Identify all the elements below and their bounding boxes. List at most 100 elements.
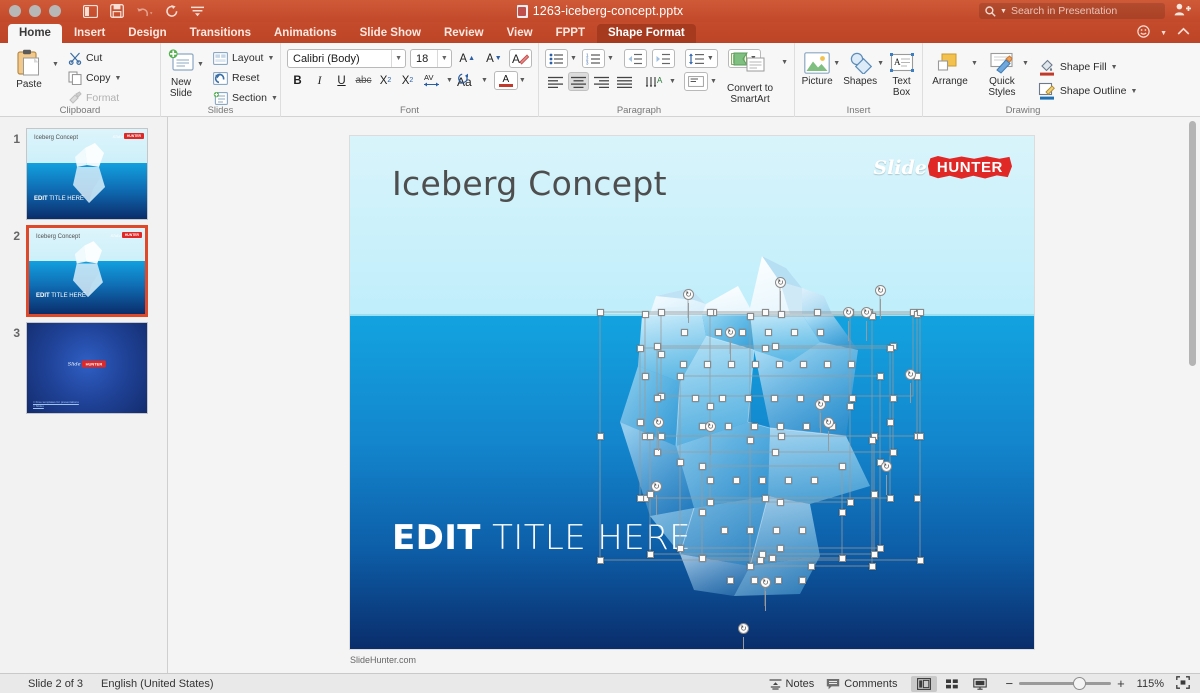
slide-thumbnail-3[interactable]: Slide HUNTER □ Free templates for presen… [26, 322, 148, 414]
grow-font-button[interactable]: A▲ [456, 49, 479, 68]
new-slide-button[interactable]: NewSlide [167, 47, 195, 99]
shape-outline-caret-icon[interactable]: ▼ [1130, 88, 1137, 95]
slide-canvas[interactable]: Iceberg Concept EDIT TITLE HERE Slide HU… [350, 136, 1034, 649]
zoom-in-button[interactable]: + [1117, 676, 1125, 691]
copy-button[interactable]: Copy ▼ [65, 69, 124, 87]
numbering-caret-icon[interactable]: ▼ [607, 55, 614, 62]
slide-title[interactable]: Iceberg Concept [392, 164, 667, 203]
increase-indent-button[interactable] [652, 49, 675, 68]
layout-caret-icon[interactable]: ▼ [267, 55, 274, 62]
save-icon[interactable] [110, 4, 124, 18]
font-color-button[interactable]: A [494, 71, 518, 90]
line-spacing-caret-icon[interactable]: ▼ [707, 55, 717, 62]
change-case-button[interactable]: Aa [454, 71, 480, 90]
font-color-caret-icon[interactable]: ▼ [519, 77, 526, 84]
vertical-scrollbar[interactable] [1188, 121, 1197, 669]
change-case-caret-icon[interactable]: ▼ [481, 77, 488, 84]
slide-thumbnail-pane[interactable]: 1 Iceberg Concept Slide HUNTER [0, 117, 168, 673]
tab-home[interactable]: Home [8, 24, 62, 43]
minimize-button[interactable] [29, 5, 41, 17]
shrink-font-button[interactable]: A▼ [483, 49, 506, 68]
presenter-view-button[interactable] [967, 676, 993, 692]
reset-button[interactable]: Reset [210, 69, 281, 87]
superscript-button[interactable]: X2 [375, 71, 396, 90]
font-size-input[interactable]: 18 ▼ [410, 49, 452, 68]
fit-to-window-button[interactable] [1176, 676, 1190, 692]
copy-caret-icon[interactable]: ▼ [114, 75, 121, 82]
slide-thumbnail-2[interactable]: Iceberg Concept Slide HUNTER EDIT TITLE … [26, 225, 148, 317]
quick-styles-caret-icon[interactable]: ▼ [1022, 60, 1029, 67]
align-left-button[interactable] [545, 72, 566, 91]
zoom-track[interactable] [1019, 682, 1111, 685]
zoom-out-button[interactable]: − [1005, 676, 1013, 691]
layout-button[interactable]: Layout ▼ [210, 49, 281, 67]
cut-button[interactable]: Cut [65, 49, 124, 67]
tab-shape-format[interactable]: Shape Format [597, 24, 696, 43]
paste-button[interactable]: Paste [6, 47, 52, 90]
zoom-button[interactable] [49, 5, 61, 17]
align-right-button[interactable] [591, 72, 612, 91]
vertical-scrollbar-thumb[interactable] [1189, 121, 1196, 366]
convert-caret-icon[interactable]: ▼ [781, 59, 788, 66]
iceberg-graphic[interactable] [350, 136, 1034, 649]
justify-button[interactable] [614, 72, 635, 91]
tab-review[interactable]: Review [433, 24, 495, 43]
tab-transitions[interactable]: Transitions [179, 24, 262, 43]
zoom-slider[interactable]: − + [1005, 676, 1124, 691]
tab-design[interactable]: Design [117, 24, 177, 43]
font-size-caret-icon[interactable]: ▼ [437, 50, 451, 67]
search-scope-caret-icon[interactable]: ▼ [1000, 8, 1007, 15]
shape-fill-button[interactable]: Shape Fill ▼ [1035, 56, 1141, 78]
align-text-button[interactable] [684, 72, 708, 91]
slide-thumbnail-1[interactable]: Iceberg Concept Slide HUNTER EDIT TITLE … [26, 128, 148, 220]
normal-view-button[interactable] [911, 676, 937, 692]
tab-fppt[interactable]: FPPT [545, 24, 596, 43]
search-input[interactable]: ▼ Search in Presentation [979, 3, 1165, 19]
shape-outline-button[interactable]: Shape Outline ▼ [1035, 80, 1141, 102]
zoom-knob[interactable] [1073, 677, 1086, 690]
comments-button[interactable]: Comments [826, 678, 897, 690]
align-center-button[interactable] [568, 72, 589, 91]
quick-access-toolbar[interactable] [83, 4, 204, 18]
arrange-button[interactable]: Arrange [929, 50, 971, 87]
character-spacing-button[interactable]: AV [419, 71, 445, 90]
close-button[interactable] [9, 5, 21, 17]
paste-caret-icon[interactable]: ▼ [52, 61, 59, 68]
chevron-up-icon[interactable] [1177, 27, 1190, 39]
tab-animations[interactable]: Animations [263, 24, 348, 43]
line-spacing-button[interactable]: ▼ [685, 49, 718, 68]
numbering-button[interactable]: 123 [582, 49, 605, 68]
section-caret-icon[interactable]: ▼ [271, 95, 278, 102]
window-controls[interactable] [0, 5, 61, 17]
shapes-caret-icon[interactable]: ▼ [877, 60, 884, 67]
font-name-caret-icon[interactable]: ▼ [391, 50, 405, 67]
notes-button[interactable]: Notes [769, 678, 815, 690]
new-slide-caret-icon[interactable]: ▼ [197, 61, 204, 68]
language-indicator[interactable]: English (United States) [101, 678, 214, 690]
underline-button[interactable]: U [331, 71, 352, 90]
text-box-button[interactable]: A TextBox [887, 50, 916, 98]
smiley-face-icon[interactable] [1137, 25, 1150, 41]
customize-toolbar-icon[interactable] [191, 6, 204, 17]
character-spacing-caret-icon[interactable]: ▼ [446, 77, 453, 84]
slide-subtitle[interactable]: EDIT TITLE HERE [392, 518, 691, 558]
arrange-caret-icon[interactable]: ▼ [971, 60, 978, 67]
convert-to-smartart-button[interactable]: Convert toSmartArt [719, 49, 781, 105]
picture-button[interactable]: Picture [801, 50, 833, 87]
add-person-icon[interactable] [1174, 3, 1191, 19]
bold-button[interactable]: B [287, 71, 308, 90]
smiley-caret-icon[interactable]: ▼ [1160, 30, 1167, 37]
thumbnail-row-2[interactable]: 2 Iceberg Concept Slide HUNTER [0, 220, 167, 317]
bullets-button[interactable] [545, 49, 568, 68]
shapes-button[interactable]: Shapes [843, 50, 877, 87]
shape-fill-caret-icon[interactable]: ▼ [1111, 64, 1118, 71]
quick-styles-button[interactable]: QuickStyles [982, 50, 1022, 98]
strikethrough-button[interactable]: abc [353, 71, 374, 90]
text-direction-button[interactable]: A [643, 72, 667, 91]
subscript-button[interactable]: X2 [397, 71, 418, 90]
redo-icon[interactable] [165, 4, 179, 18]
align-text-caret-icon[interactable]: ▼ [710, 78, 717, 85]
picture-caret-icon[interactable]: ▼ [833, 60, 840, 67]
clear-formatting-button[interactable]: A [509, 49, 532, 68]
tab-view[interactable]: View [496, 24, 544, 43]
